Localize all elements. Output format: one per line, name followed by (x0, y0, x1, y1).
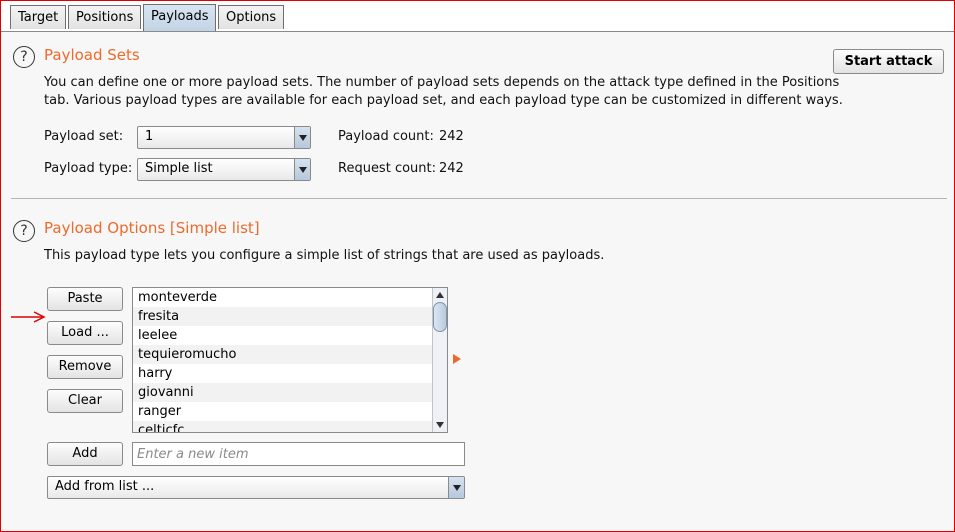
start-attack-button[interactable]: Start attack (833, 49, 944, 74)
payload-count-label: Payload count: (338, 129, 434, 144)
scroll-down-icon[interactable] (436, 422, 444, 428)
list-item[interactable]: celticfc (133, 421, 432, 432)
expand-arrow-icon[interactable] (453, 354, 461, 364)
scroll-up-icon[interactable] (436, 292, 444, 298)
chevron-down-icon (294, 159, 310, 180)
payload-set-label: Payload set: (44, 129, 124, 144)
new-item-input[interactable] (132, 442, 465, 466)
payload-type-label: Payload type: (44, 161, 133, 176)
list-item[interactable]: tequieromucho (133, 345, 432, 364)
tab-payloads[interactable]: Payloads (143, 4, 217, 31)
payload-type-value: Simple list (145, 161, 213, 176)
help-icon[interactable]: ? (13, 220, 35, 242)
tab-positions[interactable]: Positions (68, 5, 142, 29)
tab-options[interactable]: Options (218, 5, 285, 29)
help-icon[interactable]: ? (13, 46, 35, 68)
list-item[interactable]: ranger (133, 402, 432, 421)
chevron-down-icon (448, 477, 464, 498)
payload-options-title: Payload Options [Simple list] (44, 219, 260, 237)
add-button[interactable]: Add (47, 442, 123, 466)
list-item[interactable]: fresita (133, 307, 432, 326)
list-item[interactable]: leelee (133, 326, 432, 345)
annotation-arrow-icon (11, 311, 46, 323)
request-count-value: 242 (439, 161, 464, 176)
add-from-list-select[interactable]: Add from list ... (47, 476, 465, 499)
scroll-thumb[interactable] (433, 302, 447, 332)
list-scrollbar[interactable] (432, 288, 447, 432)
section-divider (11, 198, 947, 199)
list-item[interactable]: monteverde (133, 288, 432, 307)
list-item[interactable]: giovanni (133, 383, 432, 402)
payload-list-rows: monteverde fresita leelee tequieromucho … (133, 288, 432, 432)
remove-button[interactable]: Remove (47, 355, 123, 379)
tab-bar: Target Positions Payloads Options (1, 1, 954, 32)
add-from-list-label: Add from list ... (55, 479, 155, 494)
payload-sets-title: Payload Sets (44, 46, 140, 64)
payload-options-description: This payload type lets you configure a s… (44, 248, 605, 263)
payload-set-value: 1 (145, 129, 154, 144)
payload-count-value: 242 (439, 129, 464, 144)
burp-intruder-panel: Target Positions Payloads Options ? Payl… (0, 0, 955, 532)
load-button[interactable]: Load ... (47, 321, 123, 345)
payload-type-select[interactable]: Simple list (137, 158, 311, 181)
tab-target[interactable]: Target (10, 5, 67, 29)
payload-list[interactable]: monteverde fresita leelee tequieromucho … (132, 287, 448, 433)
chevron-down-icon (294, 127, 310, 148)
clear-button[interactable]: Clear (47, 389, 123, 413)
list-item[interactable]: harry (133, 364, 432, 383)
payload-set-select[interactable]: 1 (137, 126, 311, 149)
paste-button[interactable]: Paste (47, 287, 123, 311)
payload-sets-description-line2: tab. Various payload types are available… (44, 93, 843, 108)
payload-sets-description-line1: You can define one or more payload sets.… (44, 75, 840, 90)
request-count-label: Request count: (338, 161, 436, 176)
